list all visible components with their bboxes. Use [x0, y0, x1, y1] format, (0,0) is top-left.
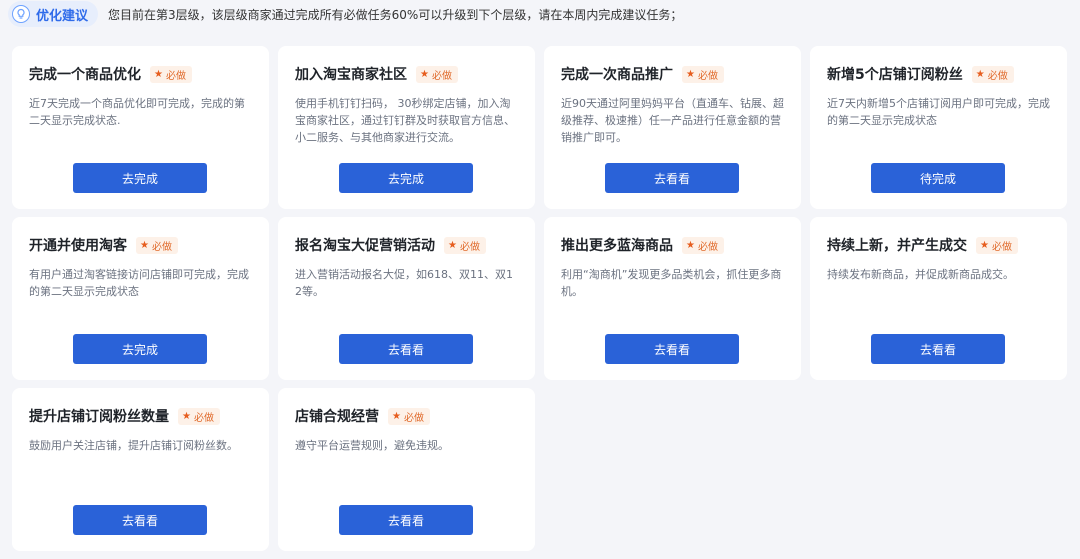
task-action-button[interactable]: 去看看: [605, 334, 739, 364]
required-badge: ★ 必做: [976, 236, 1018, 254]
task-title: 报名淘宝大促营销活动: [295, 238, 435, 254]
required-badge: ★ 必做: [971, 65, 1014, 83]
task-title: 推出更多蓝海商品: [561, 238, 673, 254]
task-action-button[interactable]: 去看看: [871, 334, 1005, 364]
required-badge: ★ 必做: [178, 407, 220, 425]
task-action-button[interactable]: 去看看: [73, 505, 207, 535]
star-icon: ★: [392, 410, 401, 422]
task-description: 鼓励用户关注店铺，提升店铺订阅粉丝数。: [29, 439, 238, 452]
required-badge-label: 必做: [697, 70, 718, 82]
star-icon: ★: [686, 239, 695, 251]
star-icon: ★: [448, 239, 457, 251]
required-badge-label: 必做: [403, 412, 424, 424]
task-description: 有用户通过淘客链接访问店铺即可完成，完成的第二天显示完成状态: [29, 268, 249, 298]
star-icon: ★: [154, 68, 163, 80]
task-description: 近7天内新增5个店铺订阅用户即可完成，完成的第二天显示完成状态: [827, 97, 1050, 127]
task-card: 开通并使用淘客 ★ 必做 有用户通过淘客链接访问店铺即可完成，完成的第二天显示完成状…: [12, 217, 269, 380]
task-title: 持续上新，并产生成交: [827, 238, 967, 254]
task-title: 提升店铺订阅粉丝数量: [29, 409, 169, 425]
required-badge-label: 必做: [991, 241, 1012, 253]
required-badge: ★ 必做: [682, 236, 724, 254]
task-description: 近90天通过阿里妈妈平台（直通车、钻展、超级推荐、极速推）任一产品进行任意金额的…: [561, 97, 784, 144]
task-card: 完成一个商品优化 ★ 必做 近7天完成一个商品优化即可完成，完成的第二天显示完成状态…: [12, 46, 269, 209]
star-icon: ★: [980, 239, 989, 251]
required-badge-label: 必做: [459, 241, 480, 253]
required-badge: ★ 必做: [682, 65, 724, 83]
required-badge-label: 必做: [987, 70, 1008, 82]
task-description: 近7天完成一个商品优化即可完成，完成的第二天显示完成状态.: [29, 97, 245, 127]
task-title: 加入淘宝商家社区: [295, 67, 407, 83]
task-description: 持续发布新商品，并促成新商品成交。: [827, 268, 1014, 281]
task-action-button[interactable]: 去完成: [339, 163, 473, 193]
task-action-button[interactable]: 去看看: [605, 163, 739, 193]
required-badge: ★ 必做: [150, 65, 192, 83]
task-card: 店铺合规经营 ★ 必做 遵守平台运营规则，避免违规。 去看看: [278, 388, 535, 551]
task-description: 利用“淘商机”发现更多品类机会，抓住更多商机。: [561, 268, 782, 298]
required-badge-label: 必做: [151, 241, 172, 253]
task-description: 进入营销活动报名大促，如618、双11、双12等。: [295, 268, 513, 298]
required-badge-label: 必做: [165, 70, 186, 82]
required-badge: ★ 必做: [136, 236, 178, 254]
task-action-button[interactable]: 去看看: [339, 334, 473, 364]
task-action-button[interactable]: 去完成: [73, 334, 207, 364]
task-action-button[interactable]: 去完成: [73, 163, 207, 193]
task-action-button[interactable]: 去看看: [339, 505, 473, 535]
task-description: 使用手机钉钉扫码， 30秒绑定店铺，加入淘宝商家社区，通过钉钉群及时获取官方信息…: [295, 97, 515, 144]
task-card: 推出更多蓝海商品 ★ 必做 利用“淘商机”发现更多品类机会，抓住更多商机。 去看看: [544, 217, 801, 380]
task-description: 遵守平台运营规则，避免违规。: [295, 439, 449, 452]
star-icon: ★: [420, 68, 429, 80]
star-icon: ★: [975, 68, 985, 80]
lightbulb-icon: [12, 5, 30, 23]
task-title: 店铺合规经营: [295, 409, 379, 425]
task-action-button[interactable]: 待完成: [871, 163, 1005, 193]
task-title: 完成一个商品优化: [29, 67, 141, 83]
task-title: 完成一次商品推广: [561, 67, 673, 83]
required-badge: ★ 必做: [416, 65, 458, 83]
required-badge-label: 必做: [193, 412, 214, 424]
optimization-tag-label: 优化建议: [36, 8, 89, 24]
task-card: 报名淘宝大促营销活动 ★ 必做 进入营销活动报名大促，如618、双11、双12等。 …: [278, 217, 535, 380]
task-title: 开通并使用淘客: [29, 238, 127, 254]
task-card-grid: 完成一个商品优化 ★ 必做 近7天完成一个商品优化即可完成，完成的第二天显示完成状态…: [12, 46, 1067, 551]
required-badge-label: 必做: [431, 70, 452, 82]
task-title: 新增5个店铺订阅粉丝: [827, 67, 963, 83]
task-card: 持续上新，并产生成交 ★ 必做 持续发布新商品，并促成新商品成交。 去看看: [810, 217, 1067, 380]
optimization-tag[interactable]: 优化建议: [8, 1, 99, 27]
required-badge: ★ 必做: [444, 236, 486, 254]
star-icon: ★: [182, 410, 191, 422]
task-card: 完成一次商品推广 ★ 必做 近90天通过阿里妈妈平台（直通车、钻展、超级推荐、极速推…: [544, 46, 801, 209]
task-card: 提升店铺订阅粉丝数量 ★ 必做 鼓励用户关注店铺，提升店铺订阅粉丝数。 去看看: [12, 388, 269, 551]
star-icon: ★: [140, 239, 149, 251]
level-notice: 您目前在第3层级，该层级商家通过完成所有必做任务60%可以升级到下个层级，请在本…: [108, 7, 683, 22]
task-card: 加入淘宝商家社区 ★ 必做 使用手机钉钉扫码， 30秒绑定店铺，加入淘宝商家社区，通…: [278, 46, 535, 209]
required-badge: ★ 必做: [388, 407, 430, 425]
star-icon: ★: [686, 68, 695, 80]
suggestion-header: 优化建议 您目前在第3层级，该层级商家通过完成所有必做任务60%可以升级到下个层…: [8, 0, 682, 28]
task-card: 新增5个店铺订阅粉丝 ★ 必做 近7天内新增5个店铺订阅用户即可完成，完成的第二天显…: [810, 46, 1067, 209]
required-badge-label: 必做: [697, 241, 718, 253]
